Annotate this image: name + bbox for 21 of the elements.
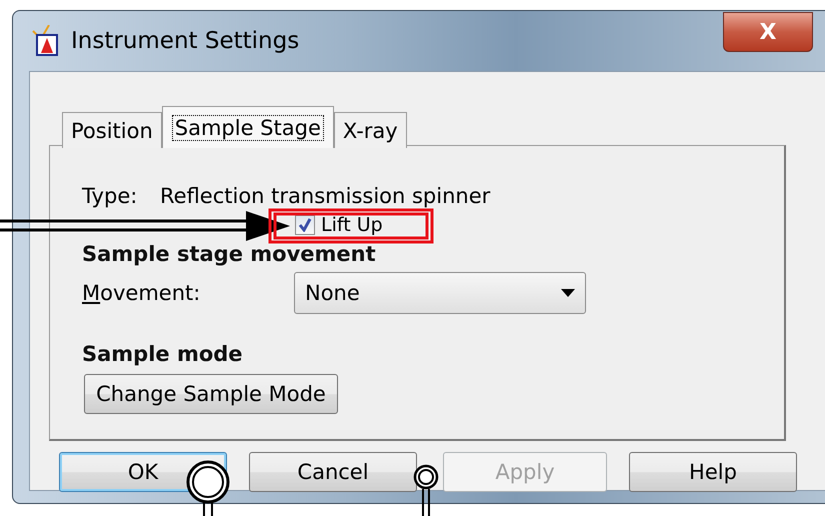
window-title: Instrument Settings — [71, 28, 300, 54]
field-label: Movement: — [82, 281, 202, 305]
section-heading: Sample mode — [82, 342, 244, 366]
movement-dropdown[interactable]: None — [294, 272, 586, 314]
callout-marker — [186, 460, 230, 516]
app-icon — [31, 25, 61, 57]
dialog-button[interactable]: Cancel — [249, 452, 417, 492]
tab[interactable]: X-ray — [334, 112, 407, 148]
tab[interactable]: Position — [62, 112, 162, 148]
checkbox-label: Lift Up — [321, 214, 383, 236]
dropdown-value: None — [305, 281, 360, 305]
section-heading: Sample stage movement — [82, 242, 377, 266]
close-button[interactable]: X — [723, 12, 813, 52]
type-value: Reflection transmission spinner — [160, 184, 490, 208]
callout-marker — [414, 464, 438, 516]
type-label: Type: — [82, 184, 138, 208]
checkbox[interactable] — [295, 215, 315, 235]
caret-icon — [561, 289, 575, 297]
tab[interactable]: Sample Stage — [162, 106, 334, 148]
dialog-button[interactable]: Help — [629, 452, 797, 492]
change-mode-button[interactable]: Change Sample Mode — [84, 374, 338, 414]
